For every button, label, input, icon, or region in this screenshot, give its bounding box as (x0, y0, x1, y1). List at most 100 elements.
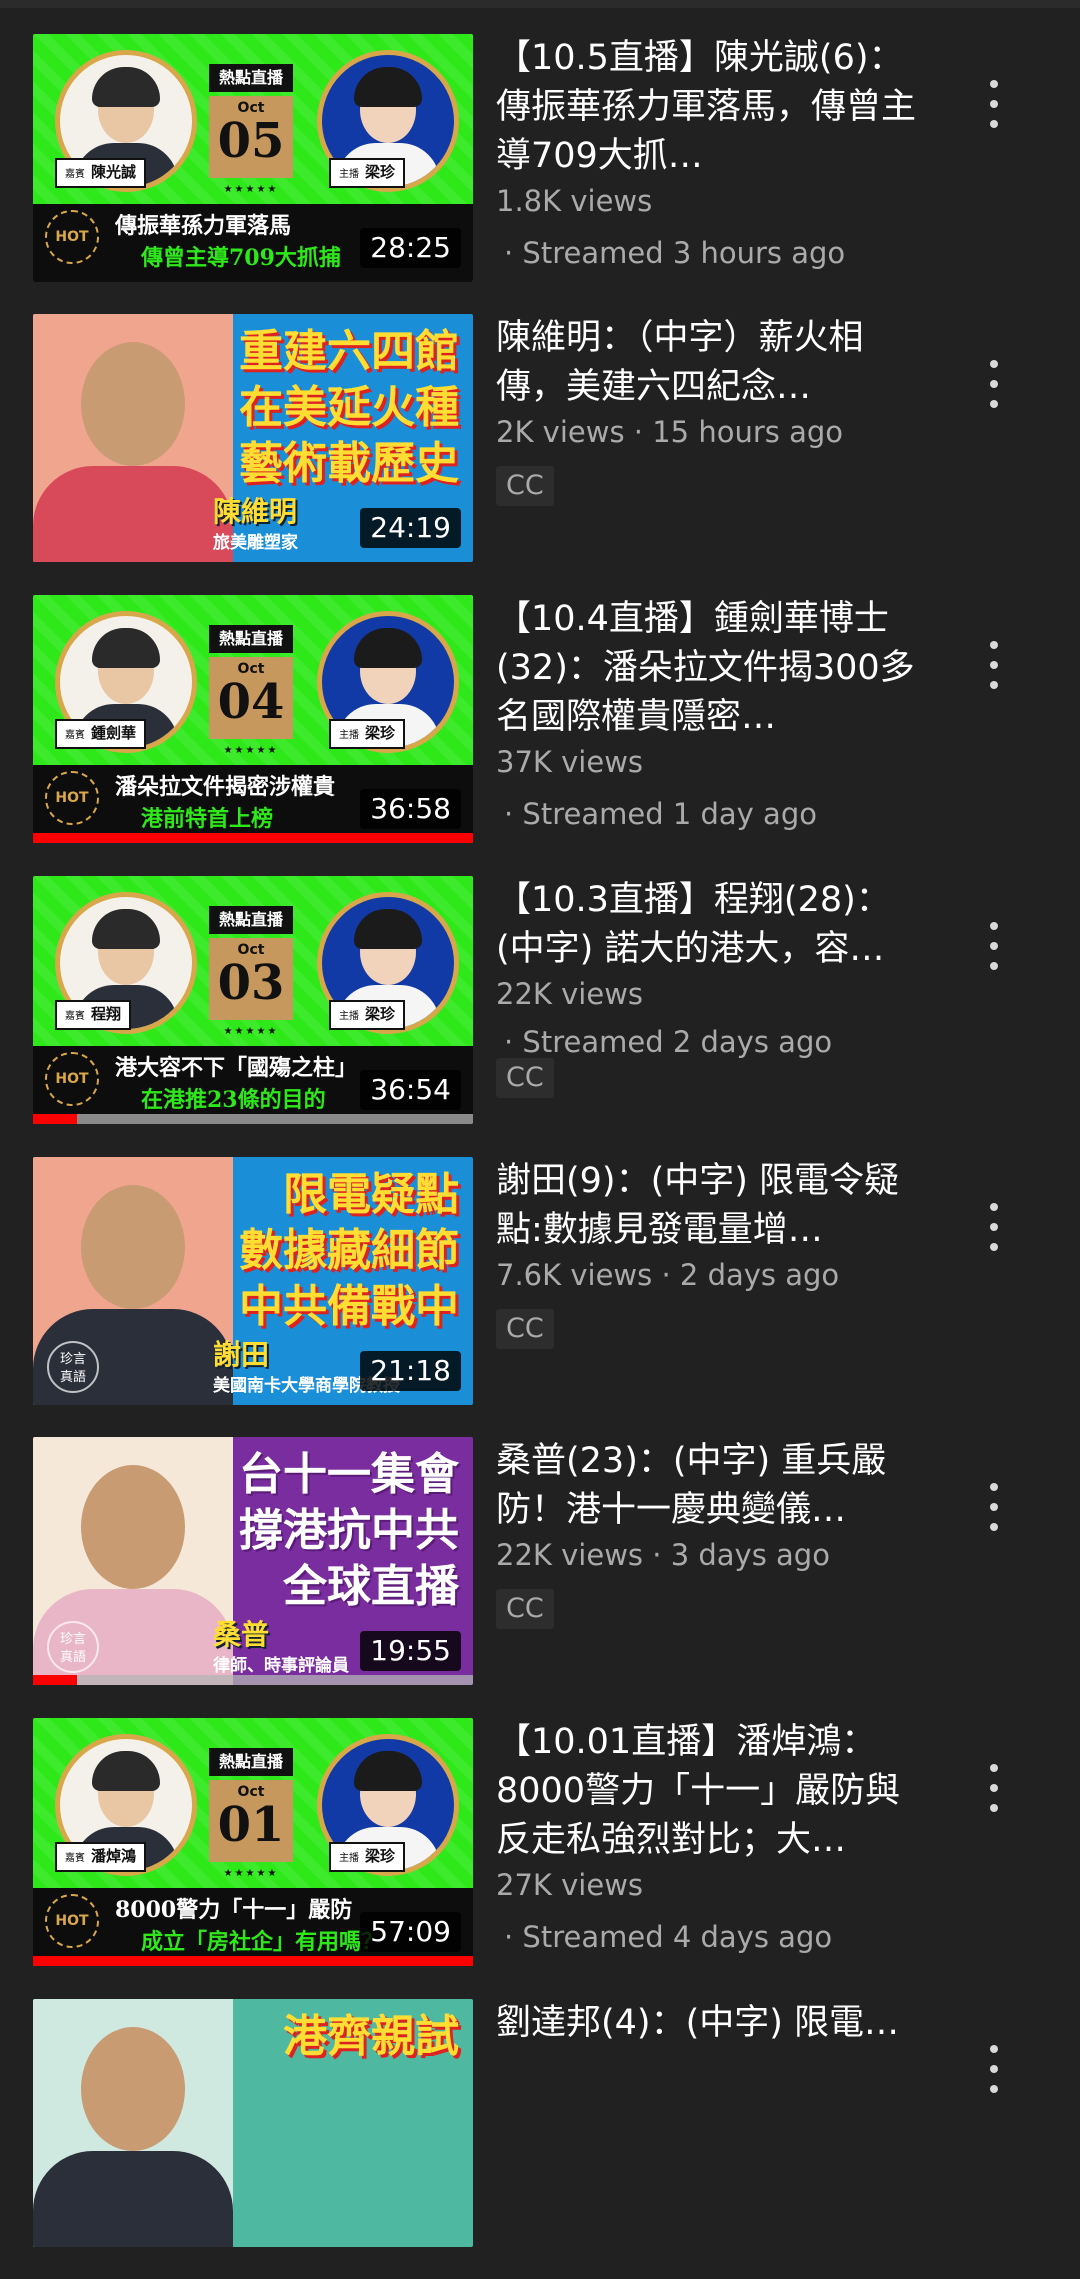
video-meta: 【10.4直播】鍾劍華博士(32)：潘朵拉文件揭300多名國際權貴隱密… 37K … (496, 595, 916, 834)
menu-dot (990, 1223, 998, 1231)
video-stats: 7.6K views · 2 days ago (496, 1255, 916, 1295)
stats-separator: · (652, 1258, 680, 1292)
photo-head (81, 1185, 185, 1309)
video-thumbnail[interactable]: 嘉賓 程翔 主播 梁珍 熱點直播 Oct 03 ★★★★★ HOT 港大容不下「國殤之柱」 在港推2… (33, 876, 473, 1124)
menu-dot (990, 1503, 998, 1511)
video-thumbnail[interactable]: 嘉賓 陳光誠 主播 梁珍 熱點直播 Oct 05 ★★★★★ HOT 傳振華孫力軍落馬 傳曾主導70… (33, 34, 473, 282)
guest-photo (33, 314, 233, 562)
thumbnail-guest-title: 律師、時事評論員 (213, 1656, 349, 1676)
video-title[interactable]: 桑普(23)：(中字) 重兵嚴防！港十一慶典變儀… (496, 1437, 916, 1535)
channel-watermark: 珍言 真語 (47, 1341, 99, 1393)
video-title[interactable]: 【10.4直播】鍾劍華博士(32)：潘朵拉文件揭300多名國際權貴隱密… (496, 595, 916, 742)
menu-dot (990, 380, 998, 388)
duration-badge: 36:58 (360, 789, 461, 829)
video-thumbnail[interactable]: 港齊親試 (33, 1999, 473, 2247)
portrait-hair (354, 1751, 422, 1791)
photo-torso (33, 2151, 233, 2247)
video-thumbnail[interactable]: 嘉賓 鍾劍華 主播 梁珍 熱點直播 Oct 04 ★★★★★ HOT 潘朵拉文件揭密涉權貴 港前特首… (33, 595, 473, 843)
portrait-hair (354, 67, 422, 107)
more-options-icon[interactable] (974, 1197, 1014, 1257)
menu-dot (990, 2045, 998, 2053)
stats-separator: · (624, 415, 653, 449)
upload-age: 15 hours ago (652, 415, 844, 449)
thumbnail-headline: 台十一集會 撐港抗中共 全球直播 (239, 1449, 459, 1612)
live-hot-label: 熱點直播 (209, 64, 293, 92)
menu-dot (990, 922, 998, 930)
video-item[interactable]: 嘉賓 潘焯鴻 主播 梁珍 熱點直播 Oct 01 ★★★★★ HOT 8000警力「十一」嚴防 成立… (0, 1718, 1080, 1998)
video-meta: 桑普(23)：(中字) 重兵嚴防！港十一慶典變儀… 22K views · 3 d… (496, 1437, 916, 1629)
video-item[interactable]: 嘉賓 鍾劍華 主播 梁珍 熱點直播 Oct 04 ★★★★★ HOT 潘朵拉文件揭密涉權貴 港前特首… (0, 595, 1080, 875)
guest-tag: 嘉賓 (65, 1853, 85, 1864)
thumbnail-headline: 限電疑點 數據藏細節 中共備戰中 (239, 1169, 459, 1332)
video-title[interactable]: 【10.01直播】潘焯鴻：8000警力「十一」嚴防與反走私強烈對比；大… (496, 1718, 916, 1865)
video-title[interactable]: 劉達邦(4)：(中字) 限電… (496, 1999, 916, 2048)
menu-dot (990, 120, 998, 128)
video-item[interactable]: 重建六四館 在美延火種 藝術載歷史 陳維明 旅美雕塑家 24:19 陳維明：（中字）薪火… (0, 314, 1080, 594)
hot-badge: HOT (45, 210, 99, 264)
host-tag: 主播 (339, 1853, 359, 1864)
video-title[interactable]: 陳維明：（中字）薪火相傳，美建六四紀念… (496, 314, 916, 412)
host-nameplate: 主播 梁珍 (329, 1000, 406, 1030)
duration-badge: 57:09 (360, 1912, 461, 1952)
watch-progress-bar (33, 1675, 77, 1685)
view-count: 7.6K views (496, 1258, 653, 1292)
live-hot-label: 熱點直播 (209, 625, 293, 653)
video-item[interactable]: 嘉賓 程翔 主播 梁珍 熱點直播 Oct 03 ★★★★★ HOT 港大容不下「國殤之柱」 在港推2… (0, 876, 1080, 1156)
video-title[interactable]: 【10.5直播】陳光誠(6)：傳振華孫力軍落馬，傳曾主導709大抓… (496, 34, 916, 181)
video-meta: 陳維明：（中字）薪火相傳，美建六四紀念… 2K views · 15 hours … (496, 314, 916, 506)
cc-badge: CC (496, 466, 554, 506)
cc-badge: CC (496, 1309, 554, 1349)
more-options-icon[interactable] (974, 1477, 1014, 1537)
video-title[interactable]: 【10.3直播】程翔(28)：(中字) 諾大的港大，容… (496, 876, 916, 974)
upload-age: 3 days ago (670, 1538, 830, 1572)
video-thumbnail[interactable]: 台十一集會 撐港抗中共 全球直播 桑普 律師、時事評論員 珍言 真語 19:55 (33, 1437, 473, 1685)
portrait-hair (92, 67, 160, 107)
more-options-icon[interactable] (974, 916, 1014, 976)
view-count: 2K views (496, 415, 625, 449)
video-item[interactable]: 限電疑點 數據藏細節 中共備戰中 謝田 美國南卡大學商學院教授 珍言 真語 21:18 謝… (0, 1157, 1080, 1437)
photo-head (81, 2027, 185, 2151)
video-thumbnail[interactable]: 重建六四館 在美延火種 藝術載歷史 陳維明 旅美雕塑家 24:19 (33, 314, 473, 562)
video-item[interactable]: 港齊親試 劉達邦(4)：(中字) 限電… (0, 1999, 1080, 2279)
video-meta: 【10.5直播】陳光誠(6)：傳振華孫力軍落馬，傳曾主導709大抓… 1.8K v… (496, 34, 916, 273)
video-item[interactable]: 台十一集會 撐港抗中共 全球直播 桑普 律師、時事評論員 珍言 真語 19:55 桑普(2… (0, 1437, 1080, 1717)
more-options-icon[interactable] (974, 74, 1014, 134)
menu-dot (990, 1483, 998, 1491)
video-title[interactable]: 謝田(9)：(中字) 限電令疑點:數據見發電量增… (496, 1157, 916, 1255)
menu-dot (990, 1804, 998, 1812)
thumbnail-headline: 重建六四館 在美延火種 藝術載歷史 (239, 326, 459, 489)
guest-tag: 嘉賓 (65, 169, 85, 180)
portrait-hair (92, 628, 160, 668)
hot-badge: HOT (45, 1052, 99, 1106)
portrait-hair (92, 1751, 160, 1791)
menu-dot (990, 1784, 998, 1792)
video-thumbnail[interactable]: 嘉賓 潘焯鴻 主播 梁珍 熱點直播 Oct 01 ★★★★★ HOT 8000警力「十一」嚴防 成立… (33, 1718, 473, 1966)
guest-nameplate: 嘉賓 程翔 (55, 1000, 132, 1030)
watch-progress-bar (33, 1114, 77, 1124)
watch-progress-track (33, 1114, 473, 1124)
channel-watermark: 珍言 真語 (47, 1621, 99, 1673)
host-tag: 主播 (339, 1011, 359, 1022)
more-options-icon[interactable] (974, 354, 1014, 414)
menu-dot (990, 400, 998, 408)
guest-name: 潘焯鴻 (91, 1847, 137, 1865)
more-options-icon[interactable] (974, 635, 1014, 695)
cc-badge: CC (496, 1058, 554, 1098)
duration-badge: 28:25 (360, 228, 461, 268)
more-options-icon[interactable] (974, 1758, 1014, 1818)
more-options-icon[interactable] (974, 2039, 1014, 2099)
video-stats: 1.8K views (496, 181, 916, 221)
date-day: 05 (217, 113, 285, 169)
rating-stars: ★★★★★ (223, 1026, 279, 1037)
menu-dot (990, 962, 998, 970)
photo-torso (33, 466, 233, 562)
menu-dot (990, 1203, 998, 1211)
host-nameplate: 主播 梁珍 (329, 1842, 406, 1872)
video-meta: 謝田(9)：(中字) 限電令疑點:數據見發電量增… 7.6K views · 2 … (496, 1157, 916, 1349)
portrait-hair (92, 909, 160, 949)
hot-badge: HOT (45, 771, 99, 825)
guest-name: 鍾劍華 (91, 724, 137, 742)
video-item[interactable]: 嘉賓 陳光誠 主播 梁珍 熱點直播 Oct 05 ★★★★★ HOT 傳振華孫力軍落馬 傳曾主導70… (0, 34, 1080, 314)
video-thumbnail[interactable]: 限電疑點 數據藏細節 中共備戰中 謝田 美國南卡大學商學院教授 珍言 真語 21:18 (33, 1157, 473, 1405)
host-name: 梁珍 (365, 1005, 396, 1023)
